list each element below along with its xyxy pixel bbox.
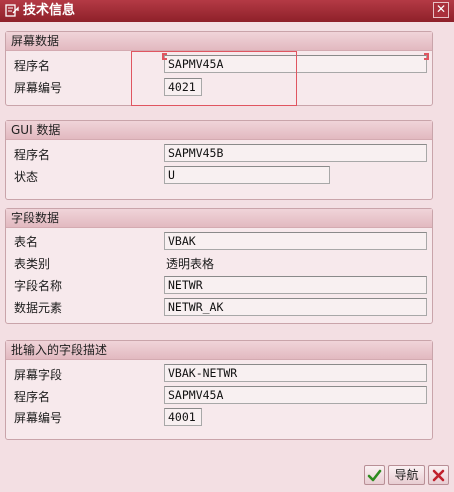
table-type-value: 透明表格 [166, 257, 215, 271]
group-header: GUI 数据 [6, 121, 432, 140]
status-field[interactable]: U [164, 166, 330, 184]
screen-field-field[interactable]: VBAK-NETWR [164, 364, 427, 382]
screen-field-label: 屏幕字段 [14, 368, 63, 382]
field-name-label: 字段名称 [14, 279, 63, 293]
program-label: 程序名 [14, 148, 51, 162]
close-icon [432, 469, 445, 482]
selection-corner-right [424, 53, 429, 60]
table-type-label: 表类别 [14, 257, 51, 271]
group-header: 屏幕数据 [6, 32, 432, 51]
cancel-button[interactable] [428, 465, 449, 485]
close-icon: ✕ [435, 2, 447, 16]
ok-button[interactable] [364, 465, 385, 485]
highlight-rectangle [131, 51, 297, 106]
close-window-button[interactable]: ✕ [433, 2, 449, 18]
data-element-label: 数据元素 [14, 301, 63, 315]
gui-data-group: GUI 数据 程序名 SAPMV45B 状态 U [5, 120, 433, 200]
program-field[interactable]: SAPMV45B [164, 144, 427, 162]
program-label: 程序名 [14, 59, 51, 73]
data-element-field[interactable]: NETWR_AK [164, 298, 427, 316]
field-data-group: 字段数据 表名 VBAK 表类别 透明表格 字段名称 NETWR 数据元素 NE… [5, 208, 433, 324]
field-name-field[interactable]: NETWR [164, 276, 427, 294]
screen-number-label: 屏幕编号 [14, 411, 63, 425]
status-label: 状态 [14, 170, 39, 184]
table-name-field[interactable]: VBAK [164, 232, 427, 250]
window-title: 技术信息 [23, 3, 76, 18]
checkmark-icon [367, 469, 382, 482]
table-name-label: 表名 [14, 235, 39, 249]
document-info-icon [5, 4, 19, 17]
program-label: 程序名 [14, 390, 51, 404]
selection-corner-left [162, 53, 167, 60]
program-field[interactable]: SAPMV45A [164, 386, 427, 404]
group-header: 字段数据 [6, 209, 432, 228]
group-header: 批输入的字段描述 [6, 341, 432, 360]
navigation-button[interactable]: 导航 [388, 465, 425, 485]
screen-number-label: 屏幕编号 [14, 81, 63, 95]
batch-input-group: 批输入的字段描述 屏幕字段 VBAK-NETWR 程序名 SAPMV45A 屏幕… [5, 340, 433, 440]
screen-number-field[interactable]: 4001 [164, 408, 202, 426]
title-bar: 技术信息 ✕ [0, 0, 454, 22]
